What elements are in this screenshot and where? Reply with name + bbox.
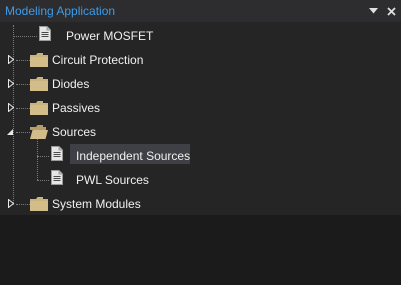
modeling-panel: Modeling Application Power MOSFET Circui… — [0, 0, 401, 285]
empty-panel-area — [0, 215, 401, 285]
tree-item-label: Sources — [52, 125, 97, 139]
tree-item-independent-sources[interactable]: Independent Sources — [0, 145, 401, 167]
chevron-down-icon[interactable] — [365, 3, 381, 19]
tree-item-system-modules[interactable]: System Modules — [0, 193, 401, 215]
folder-icon — [30, 53, 48, 67]
folder-icon — [30, 77, 48, 91]
panel-title: Modeling Application — [5, 4, 116, 18]
tree-item-label: Passives — [52, 101, 101, 115]
tree-item-label: Diodes — [52, 77, 90, 91]
expand-arrow-icon[interactable] — [6, 103, 15, 112]
expand-arrow-icon[interactable] — [6, 55, 15, 64]
close-icon[interactable] — [383, 3, 399, 19]
open-folder-icon — [30, 125, 48, 139]
document-icon — [51, 146, 63, 161]
tree-item-label: PWL Sources — [76, 173, 149, 187]
tree-item-power-mosfet[interactable]: Power MOSFET — [0, 25, 401, 47]
tree-item-circuit-protection[interactable]: Circuit Protection — [0, 49, 401, 71]
document-icon — [51, 170, 63, 185]
folder-icon — [30, 101, 48, 115]
panel-header: Modeling Application — [0, 0, 401, 22]
collapse-arrow-icon[interactable] — [5, 127, 14, 136]
tree-item-diodes[interactable]: Diodes — [0, 73, 401, 95]
tree-item-sources[interactable]: Sources — [0, 121, 401, 143]
tree-item-passives[interactable]: Passives — [0, 97, 401, 119]
tree-item-label: System Modules — [52, 197, 141, 211]
expand-arrow-icon[interactable] — [6, 199, 15, 208]
tree-item-pwl-sources[interactable]: PWL Sources — [0, 169, 401, 191]
tree-item-label: Independent Sources — [76, 149, 191, 163]
document-icon — [39, 26, 51, 41]
tree-item-label: Power MOSFET — [66, 29, 154, 43]
tree-view[interactable]: Power MOSFET Circuit Protection Diodes P… — [0, 22, 401, 215]
folder-icon — [30, 197, 48, 211]
tree-item-label: Circuit Protection — [52, 53, 144, 67]
expand-arrow-icon[interactable] — [6, 79, 15, 88]
